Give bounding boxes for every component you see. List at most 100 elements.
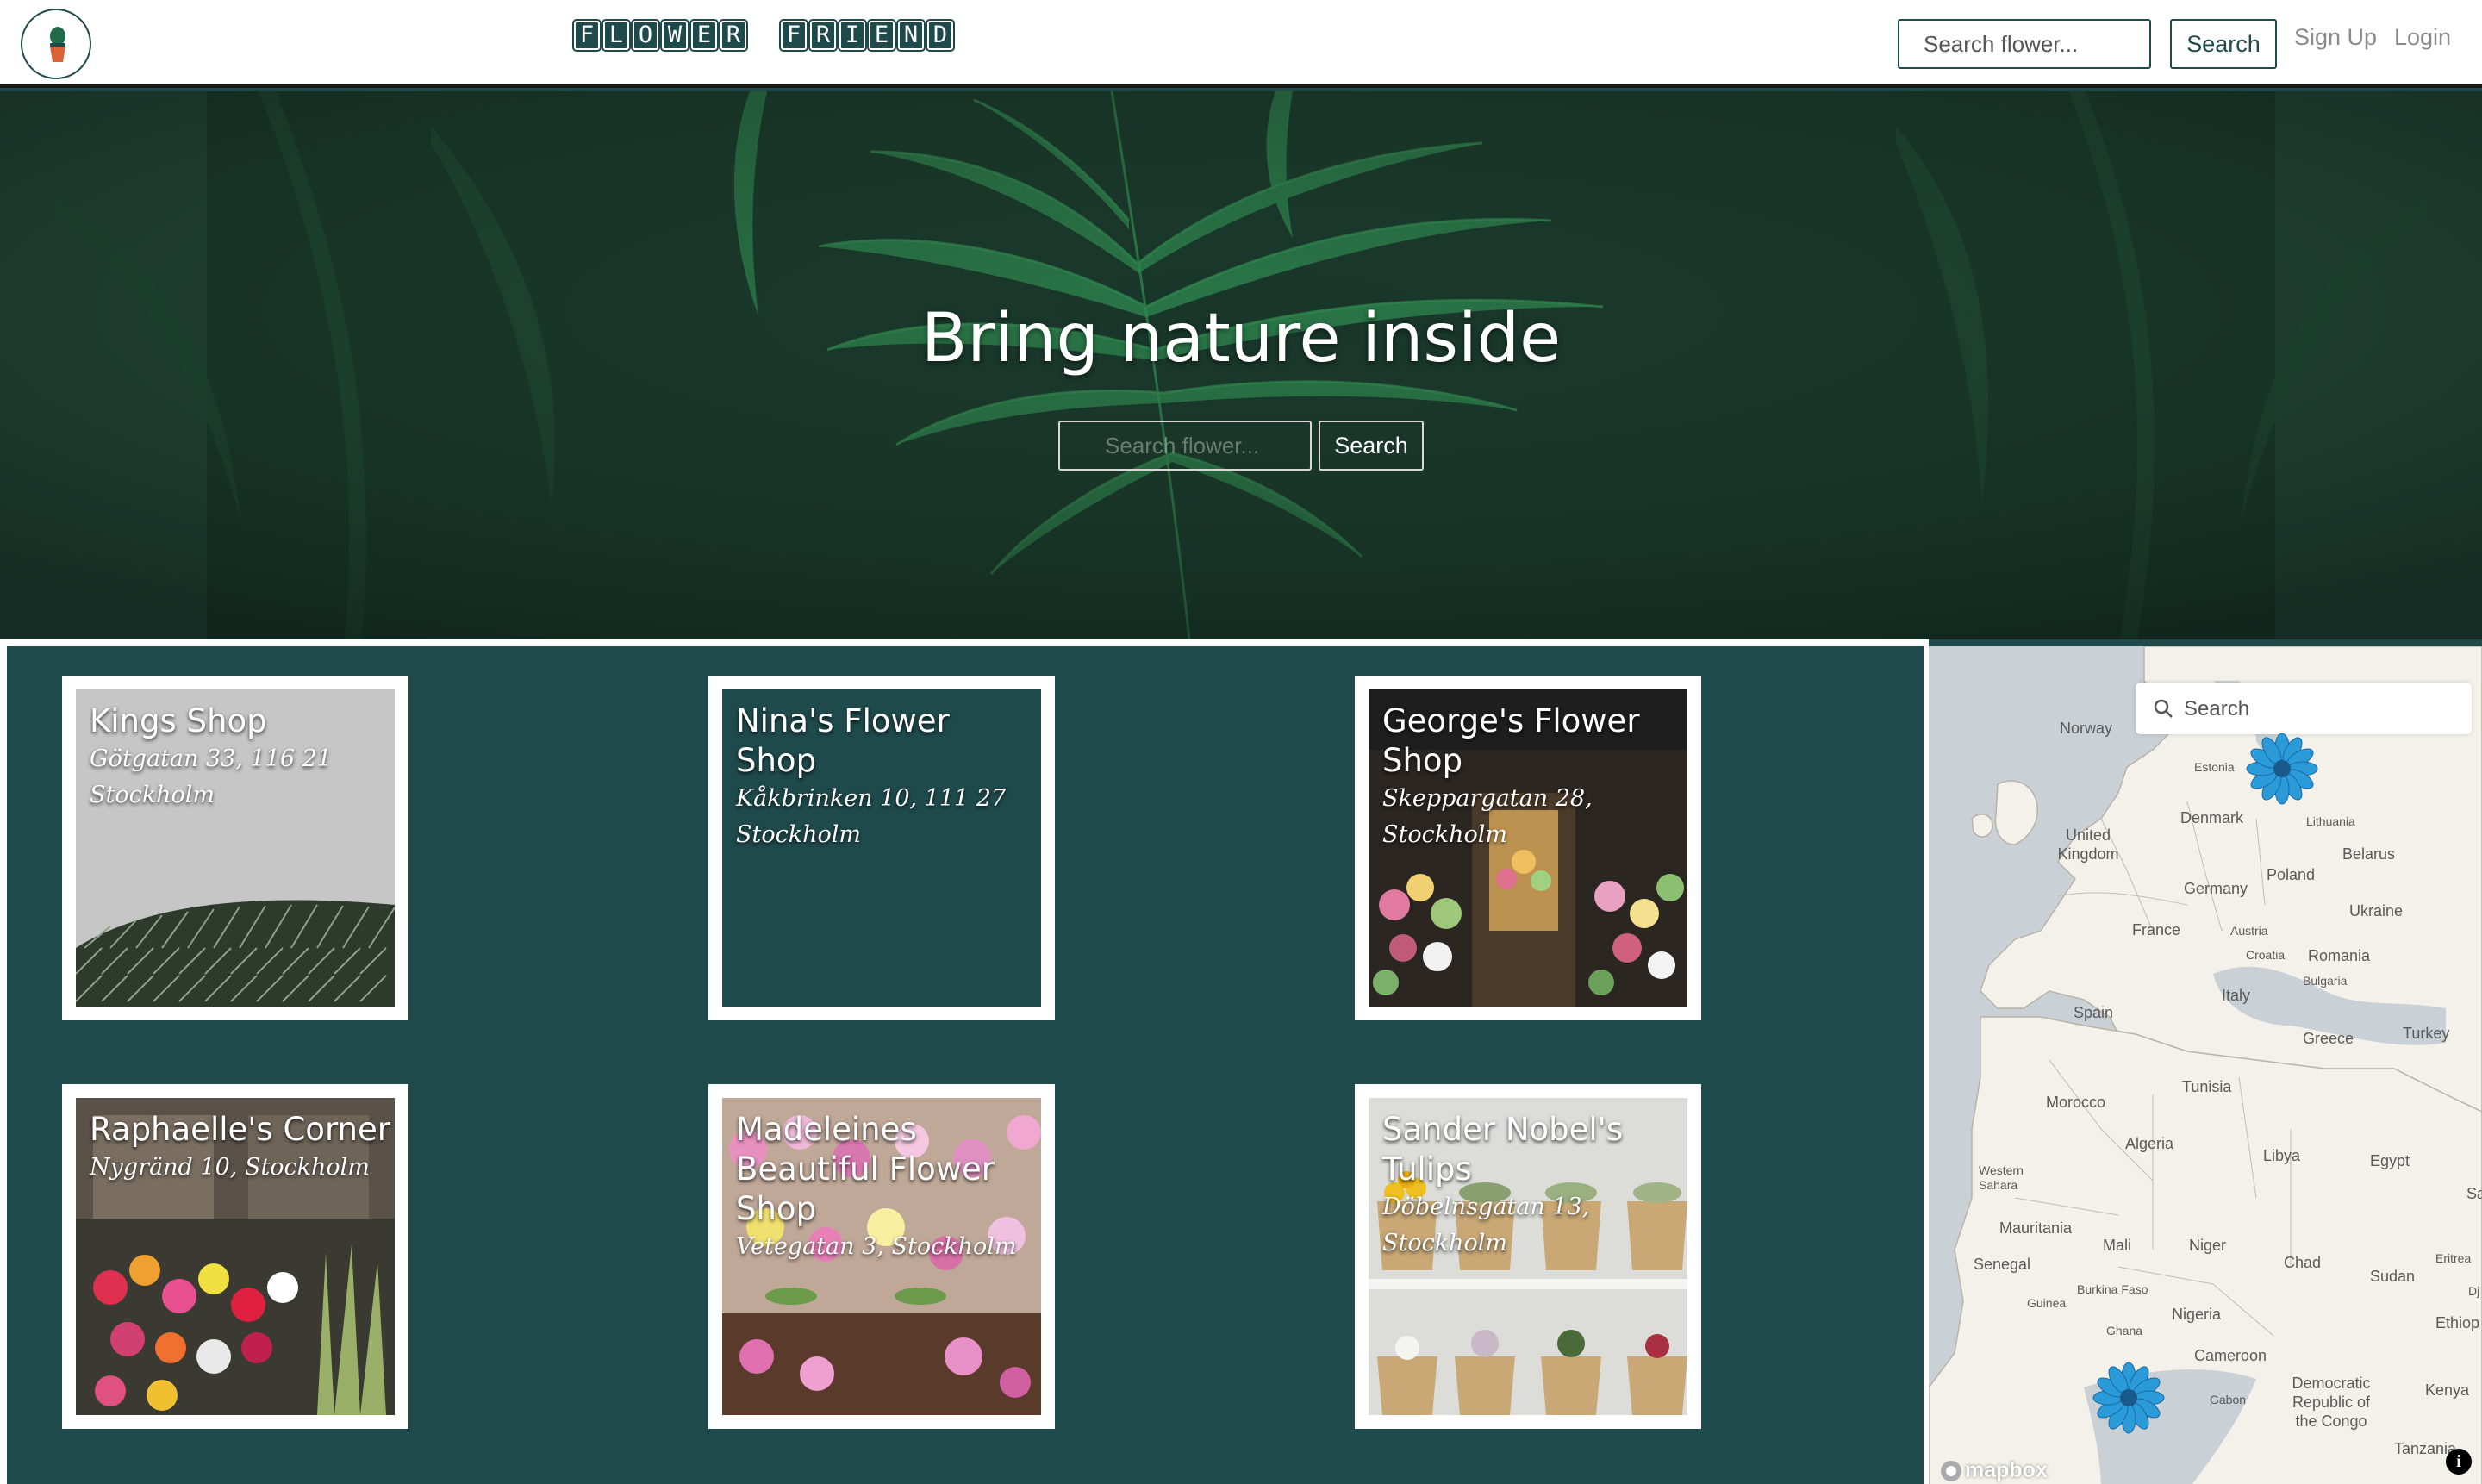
shop-name: Raphaelle's Corner: [90, 1111, 390, 1148]
mapbox-logo[interactable]: mapbox: [1941, 1458, 2048, 1483]
map-label: Niger: [2189, 1237, 2227, 1254]
shop-name: Madeleines Beautiful Flower Shop: [736, 1111, 995, 1227]
brand-logo-text[interactable]: FLOWER FRIEND: [574, 21, 953, 50]
map-label: Ethiop: [2435, 1314, 2480, 1331]
map-label: United Kingdom: [2057, 826, 2119, 863]
shop-name: Nina's Flower Shop: [736, 702, 950, 779]
map-label: Gabon: [2210, 1393, 2247, 1406]
hero-banner: Bring nature inside Search: [0, 91, 2482, 639]
shop-name: Kings Shop: [90, 702, 267, 739]
map-label: Romania: [2308, 947, 2371, 964]
shop-card-image: George's Flower Shop Skeppargatan 28, St…: [1369, 689, 1687, 1007]
mapbox-icon: [1941, 1460, 1961, 1481]
map-label: Algeria: [2125, 1135, 2174, 1152]
map-label: Tunisia: [2182, 1078, 2232, 1095]
map-label: Denmark: [2180, 809, 2244, 826]
brand-word-friend: FRIEND: [781, 21, 953, 50]
shop-card-image: Madeleines Beautiful Flower Shop Vetegat…: [722, 1098, 1041, 1415]
shop-card-image: Sander Nobel's Tulips Döbelnsgatan 13, S…: [1369, 1098, 1687, 1415]
map-label: Mauritania: [1999, 1219, 2073, 1237]
map-label: Ukraine: [2349, 902, 2404, 920]
shop-card[interactable]: Kings Shop Götgatan 33, 116 21 Stockholm: [62, 676, 408, 1020]
shop-grid: Kings Shop Götgatan 33, 116 21 Stockholm…: [0, 639, 1929, 1484]
info-icon[interactable]: i: [2446, 1449, 2472, 1475]
shop-card[interactable]: Madeleines Beautiful Flower Shop Vetegat…: [708, 1084, 1055, 1429]
plant-pot-icon: [50, 27, 65, 62]
brand-letter-tile: N: [898, 21, 924, 50]
shop-card[interactable]: Raphaelle's Corner Nygränd 10, Stockholm: [62, 1084, 408, 1429]
brand-letter-tile: E: [691, 21, 717, 50]
map-label: Spain: [2074, 1004, 2114, 1021]
map-search[interactable]: [2136, 683, 2472, 734]
shop-card[interactable]: Nina's Flower Shop Kåkbrinken 10, 111 27…: [708, 676, 1055, 1020]
map-label: Dj: [2468, 1284, 2480, 1298]
brand-letter-tile: O: [633, 21, 658, 50]
shop-name: George's Flower Shop: [1382, 702, 1640, 779]
brand-letter-tile: R: [810, 21, 836, 50]
hero-search-input[interactable]: [1058, 421, 1312, 471]
map-label: Turkey: [2403, 1025, 2450, 1042]
map-label: Sudan: [2370, 1268, 2416, 1285]
map-label: Kenya: [2425, 1381, 2470, 1399]
shop-card-image: Nina's Flower Shop Kåkbrinken 10, 111 27…: [722, 689, 1041, 1007]
shop-address: Vetegatan 3, Stockholm: [736, 1233, 1017, 1260]
brand-letter-tile: L: [603, 21, 629, 50]
map-label: Greece: [2303, 1030, 2354, 1047]
shop-address: Döbelnsgatan 13, Stockholm: [1382, 1194, 1590, 1256]
flower-marker-icon[interactable]: [2246, 733, 2318, 805]
map-label: Lithuania: [2306, 814, 2355, 828]
map-label: Sa: [2466, 1185, 2482, 1202]
shop-card-image: Raphaelle's Corner Nygränd 10, Stockholm: [76, 1098, 395, 1415]
map-label: Burkina Faso: [2077, 1282, 2148, 1296]
shop-card[interactable]: Sander Nobel's Tulips Döbelnsgatan 13, S…: [1355, 1084, 1701, 1429]
brand-letter-tile: W: [662, 21, 688, 50]
map-panel[interactable]: Norway Estonia United Kingdom Denmark Li…: [1929, 639, 2482, 1484]
map-label: Ghana: [2106, 1324, 2143, 1337]
map-label: Norway: [2060, 720, 2113, 737]
map-label: Libya: [2263, 1147, 2301, 1164]
nav-search-button[interactable]: Search: [2170, 19, 2277, 69]
map-label: Guinea: [2027, 1296, 2067, 1310]
nav-search-input[interactable]: [1898, 19, 2151, 69]
map-label: Mali: [2103, 1237, 2132, 1254]
login-link[interactable]: Login: [2394, 24, 2451, 51]
map-label: Germany: [2184, 880, 2248, 897]
map-label: Western Sahara: [1979, 1163, 2024, 1192]
brand-letter-tile: F: [574, 21, 600, 50]
flower-marker-icon[interactable]: [2092, 1362, 2165, 1434]
map-label: Democratic Republic of the Congo: [2292, 1375, 2371, 1430]
shop-name: Sander Nobel's Tulips: [1382, 1111, 1624, 1188]
shop-card[interactable]: George's Flower Shop Skeppargatan 28, St…: [1355, 676, 1701, 1020]
map-label: Italy: [2222, 987, 2251, 1004]
hero-title: Bring nature inside: [920, 300, 1562, 377]
brand-letter-tile: I: [839, 21, 865, 50]
map-label: Senegal: [1974, 1256, 2031, 1273]
map-label: France: [2132, 921, 2181, 938]
brand-word-flower: FLOWER: [574, 21, 746, 50]
brand-letter-tile: F: [781, 21, 807, 50]
map-label: Egypt: [2370, 1152, 2410, 1169]
hero-search-button[interactable]: Search: [1319, 421, 1424, 471]
shop-address: Kåkbrinken 10, 111 27 Stockholm: [736, 785, 1007, 848]
brand-letter-tile: R: [720, 21, 746, 50]
shop-card-image: Kings Shop Götgatan 33, 116 21 Stockholm: [76, 689, 395, 1007]
map-label: Chad: [2284, 1254, 2322, 1271]
map-label: Poland: [2267, 866, 2316, 883]
mapbox-attribution: mapbox: [1965, 1458, 2048, 1482]
map-label: Austria: [2230, 924, 2268, 938]
logo[interactable]: [21, 9, 91, 79]
signup-link[interactable]: Sign Up: [2294, 24, 2377, 51]
shop-address: Skeppargatan 28, Stockholm: [1382, 785, 1593, 848]
brand-letter-tile: E: [869, 21, 895, 50]
map-search-input[interactable]: [2182, 691, 2461, 727]
map-label: Morocco: [2046, 1094, 2106, 1111]
map-label: Bulgaria: [2303, 974, 2348, 988]
navbar: FLOWER FRIEND Search Sign Up Login: [0, 0, 2482, 88]
map-label: Cameroon: [2194, 1347, 2267, 1364]
search-icon: [2154, 699, 2173, 718]
brand-letter-tile: D: [927, 21, 953, 50]
shop-address: Nygränd 10, Stockholm: [90, 1154, 370, 1181]
map-label: Belarus: [2342, 845, 2396, 863]
map-label: Croatia: [2246, 948, 2286, 962]
map-label: Eritrea: [2435, 1251, 2472, 1265]
